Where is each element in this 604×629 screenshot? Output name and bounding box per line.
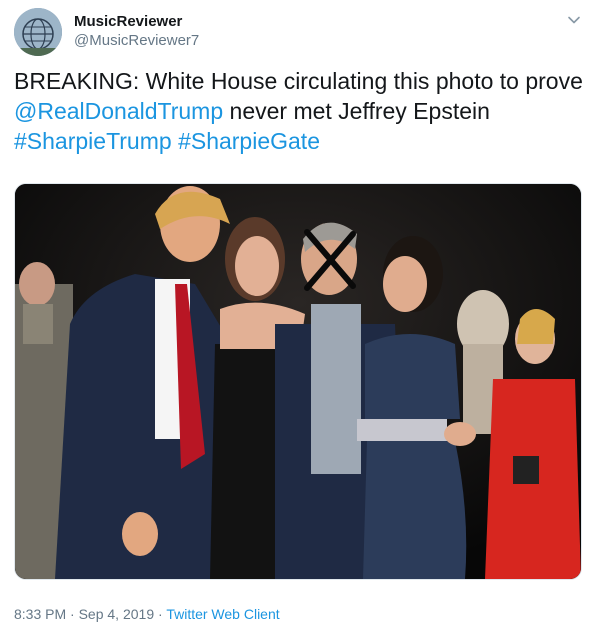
photo-with-sharpie-x-icon [15, 184, 581, 579]
avatar[interactable] [14, 8, 62, 56]
client-link[interactable]: Twitter Web Client [166, 606, 279, 622]
tweet-text: BREAKING: White House circulating this p… [14, 66, 590, 156]
tweet-time[interactable]: 8:33 PM [14, 606, 66, 622]
chevron-down-icon [568, 16, 580, 24]
tweet-photo[interactable] [14, 183, 582, 580]
more-options-caret[interactable] [566, 12, 582, 28]
tweet-text-prefix: BREAKING: White House circulating this p… [14, 68, 583, 94]
hashtag-link-sharpietrump[interactable]: #SharpieTrump [14, 128, 172, 154]
tweet-text-middle: never met Jeffrey Epstein [223, 98, 490, 124]
globe-sculpture-avatar-icon [14, 8, 62, 56]
user-handle[interactable]: @MusicReviewer7 [74, 32, 199, 49]
meta-separator: · [66, 606, 79, 622]
tweet-meta: 8:33 PM · Sep 4, 2019 · Twitter Web Clie… [14, 606, 280, 622]
meta-separator: · [154, 606, 167, 622]
mention-link[interactable]: @RealDonaldTrump [14, 98, 223, 124]
tweet-date[interactable]: Sep 4, 2019 [79, 606, 155, 622]
hashtag-link-sharpiegate[interactable]: #SharpieGate [178, 128, 320, 154]
display-name[interactable]: MusicReviewer [74, 13, 182, 30]
tweet-card: MusicReviewer @MusicReviewer7 BREAKING: … [0, 0, 604, 629]
